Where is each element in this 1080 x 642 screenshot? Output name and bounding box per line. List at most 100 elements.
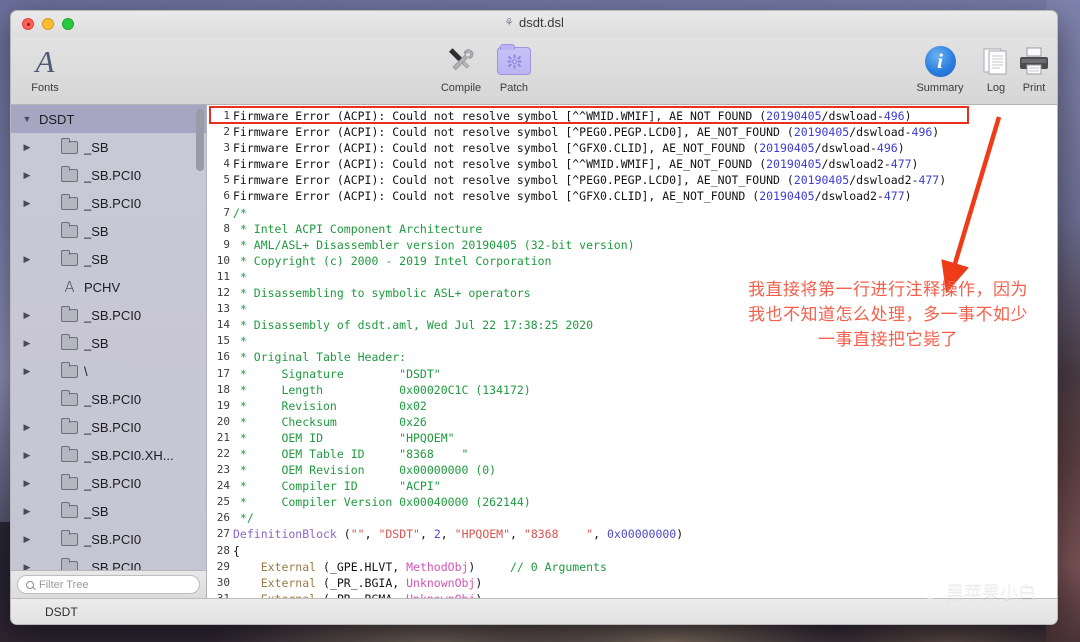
tree-view[interactable]: ▼ DSDT ▶ _SB ▶ _SB.PCI0 ▶ _SB.PCI0 ▶ _SB ▶ _SB ▶ AP… <box>11 105 206 570</box>
tree-item-14[interactable]: ▶ _SB.PCI0 <box>11 525 206 553</box>
line-number: 2 <box>223 125 230 139</box>
tree-item-label: _SB.PCI0 <box>84 475 142 491</box>
code-line: 17 * Signature "DSDT" <box>207 366 1057 382</box>
code-line: 4 Firmware Error (ACPI): Could not resolv… <box>207 156 1057 172</box>
folder-icon <box>60 557 78 570</box>
tree-root-DSDT[interactable]: ▼ DSDT <box>11 105 206 133</box>
chevron-right-icon[interactable]: ▶ <box>21 562 33 570</box>
fonts-button[interactable]: A Fonts <box>15 43 75 95</box>
chevron-right-icon[interactable]: ▶ <box>21 254 33 264</box>
chevron-right-icon[interactable]: ▶ <box>21 534 33 544</box>
tree-item-2[interactable]: ▶ _SB.PCI0 <box>11 189 206 217</box>
line-number: 13 <box>216 302 230 316</box>
line-number: 18 <box>216 382 230 396</box>
line-text: * Signature "DSDT" <box>233 366 441 381</box>
window-titlebar: ⚘ dsdt.dsl <box>11 11 1057 37</box>
tree-item-4[interactable]: ▶ _SB <box>11 245 206 273</box>
folder-icon <box>60 529 78 546</box>
tree-item-1[interactable]: ▶ _SB.PCI0 <box>11 161 206 189</box>
line-number: 15 <box>216 334 230 348</box>
chevron-spacer: ▶ <box>21 227 33 236</box>
code-line: 21 * OEM ID "HPQOEM" <box>207 430 1057 446</box>
log-label: Log <box>986 82 1006 94</box>
tree-item-label: _SB.PCI0 <box>84 559 142 571</box>
tree-item-6[interactable]: ▶ _SB.PCI0 <box>11 301 206 329</box>
line-text: * Compiler Version 0x00040000 (262144) <box>233 495 531 510</box>
line-text: * Original Table Header: <box>233 350 407 365</box>
line-number: 14 <box>216 318 230 332</box>
tree-item-3[interactable]: ▶ _SB <box>11 217 206 245</box>
code-line: 10 * Copyright (c) 2000 - 2019 Intel Cor… <box>207 253 1057 269</box>
code-line: 29 External (_GPE.HLVT, MethodObj) // 0 … <box>207 559 1057 575</box>
line-number: 11 <box>216 269 230 283</box>
code-line: 28{ <box>207 543 1057 559</box>
tree-item-7[interactable]: ▶ _SB <box>11 329 206 357</box>
info-circle-icon: i <box>924 43 956 79</box>
chevron-right-icon[interactable]: ▶ <box>21 310 33 320</box>
chevron-right-icon[interactable]: ▶ <box>21 338 33 348</box>
line-number: 25 <box>216 495 230 509</box>
line-number: 3 <box>223 141 230 155</box>
chevron-right-icon[interactable]: ▶ <box>21 170 33 180</box>
line-number: 24 <box>216 479 230 493</box>
line-number: 5 <box>223 173 230 187</box>
folder-icon <box>60 305 78 322</box>
documents-icon <box>980 43 1012 79</box>
chevron-right-icon[interactable]: ▶ <box>21 366 33 376</box>
line-number: 31 <box>207 591 233 598</box>
window-title-text: dsdt.dsl <box>519 15 564 30</box>
line-text: External (_GPE.HLVT, MethodObj) // 0 Arg… <box>233 559 607 574</box>
code-line: 31 External (_PR_.BGMA, UnknownObj) <box>207 591 1057 598</box>
line-text: * AML/ASL+ Disassembler version 20190405… <box>233 237 635 252</box>
chevron-right-icon[interactable]: ▶ <box>21 478 33 488</box>
line-text: DefinitionBlock ("", "DSDT", 2, "HPQOEM"… <box>233 527 684 542</box>
line-number: 12 <box>216 286 230 300</box>
line-number: 30 <box>216 575 230 589</box>
chevron-right-icon[interactable]: ▶ <box>21 198 33 208</box>
patch-button[interactable]: Patch <box>484 43 544 94</box>
print-button[interactable]: Print <box>1013 43 1055 94</box>
folder-icon <box>60 473 78 490</box>
tree-item-15[interactable]: ▶ _SB.PCI0 <box>11 553 206 570</box>
tree-scrollbar-thumb[interactable] <box>196 109 204 171</box>
code-line: 26 */ <box>207 510 1057 526</box>
code-line: 9 * AML/ASL+ Disassembler version 201904… <box>207 237 1057 253</box>
folder-icon <box>60 389 78 406</box>
tree-item-0[interactable]: ▶ _SB <box>11 133 206 161</box>
folder-icon <box>60 221 78 238</box>
tree-item-label: _SB.PCI0 <box>84 391 142 407</box>
chevron-right-icon[interactable]: ▶ <box>21 422 33 432</box>
line-number: 10 <box>216 253 230 267</box>
line-text: Firmware Error (ACPI): Could not resolve… <box>233 157 919 172</box>
folder-icon <box>60 137 78 154</box>
chevron-right-icon[interactable]: ▶ <box>21 142 33 152</box>
tree-item-10[interactable]: ▶ _SB.PCI0 <box>11 413 206 441</box>
filter-tree-input[interactable]: Filter Tree <box>17 575 200 594</box>
line-text: /* <box>233 205 247 220</box>
tree-item-8[interactable]: ▶ \ <box>11 357 206 385</box>
line-text: * Disassembly of dsdt.aml, Wed Jul 22 17… <box>233 318 594 333</box>
tree-item-list: ▶ _SB ▶ _SB.PCI0 ▶ _SB.PCI0 ▶ _SB ▶ _SB ▶ A PCHV ▶ _SB… <box>11 133 206 570</box>
chevron-right-icon[interactable]: ▶ <box>21 450 33 460</box>
filter-bar: Filter Tree <box>11 570 206 598</box>
compile-button[interactable]: Compile <box>431 43 491 94</box>
tree-item-label: _SB <box>84 223 109 239</box>
chevron-right-icon[interactable]: ▶ <box>21 506 33 516</box>
tree-item-9[interactable]: ▶ _SB.PCI0 <box>11 385 206 413</box>
line-text: * OEM ID "HPQOEM" <box>233 430 455 445</box>
summary-button[interactable]: i Summary <box>910 43 970 94</box>
chevron-down-icon[interactable]: ▼ <box>21 114 33 124</box>
line-text: External (_PR_.BGMA, UnknownObj) <box>233 591 483 598</box>
tree-item-11[interactable]: ▶ _SB.PCI0.XH... <box>11 441 206 469</box>
summary-label: Summary <box>916 82 964 94</box>
line-text: * OEM Table ID "8368 " <box>233 446 469 461</box>
folder-icon <box>60 165 78 182</box>
tree-item-5[interactable]: ▶ A PCHV <box>11 273 206 301</box>
tree-item-12[interactable]: ▶ _SB.PCI0 <box>11 469 206 497</box>
file-icon: ⚘ <box>504 17 515 29</box>
tree-item-13[interactable]: ▶ _SB <box>11 497 206 525</box>
chevron-spacer: ▶ <box>21 395 33 404</box>
line-number: 16 <box>216 350 230 364</box>
line-number: 17 <box>216 366 230 380</box>
tree-item-label: _SB <box>84 503 109 519</box>
